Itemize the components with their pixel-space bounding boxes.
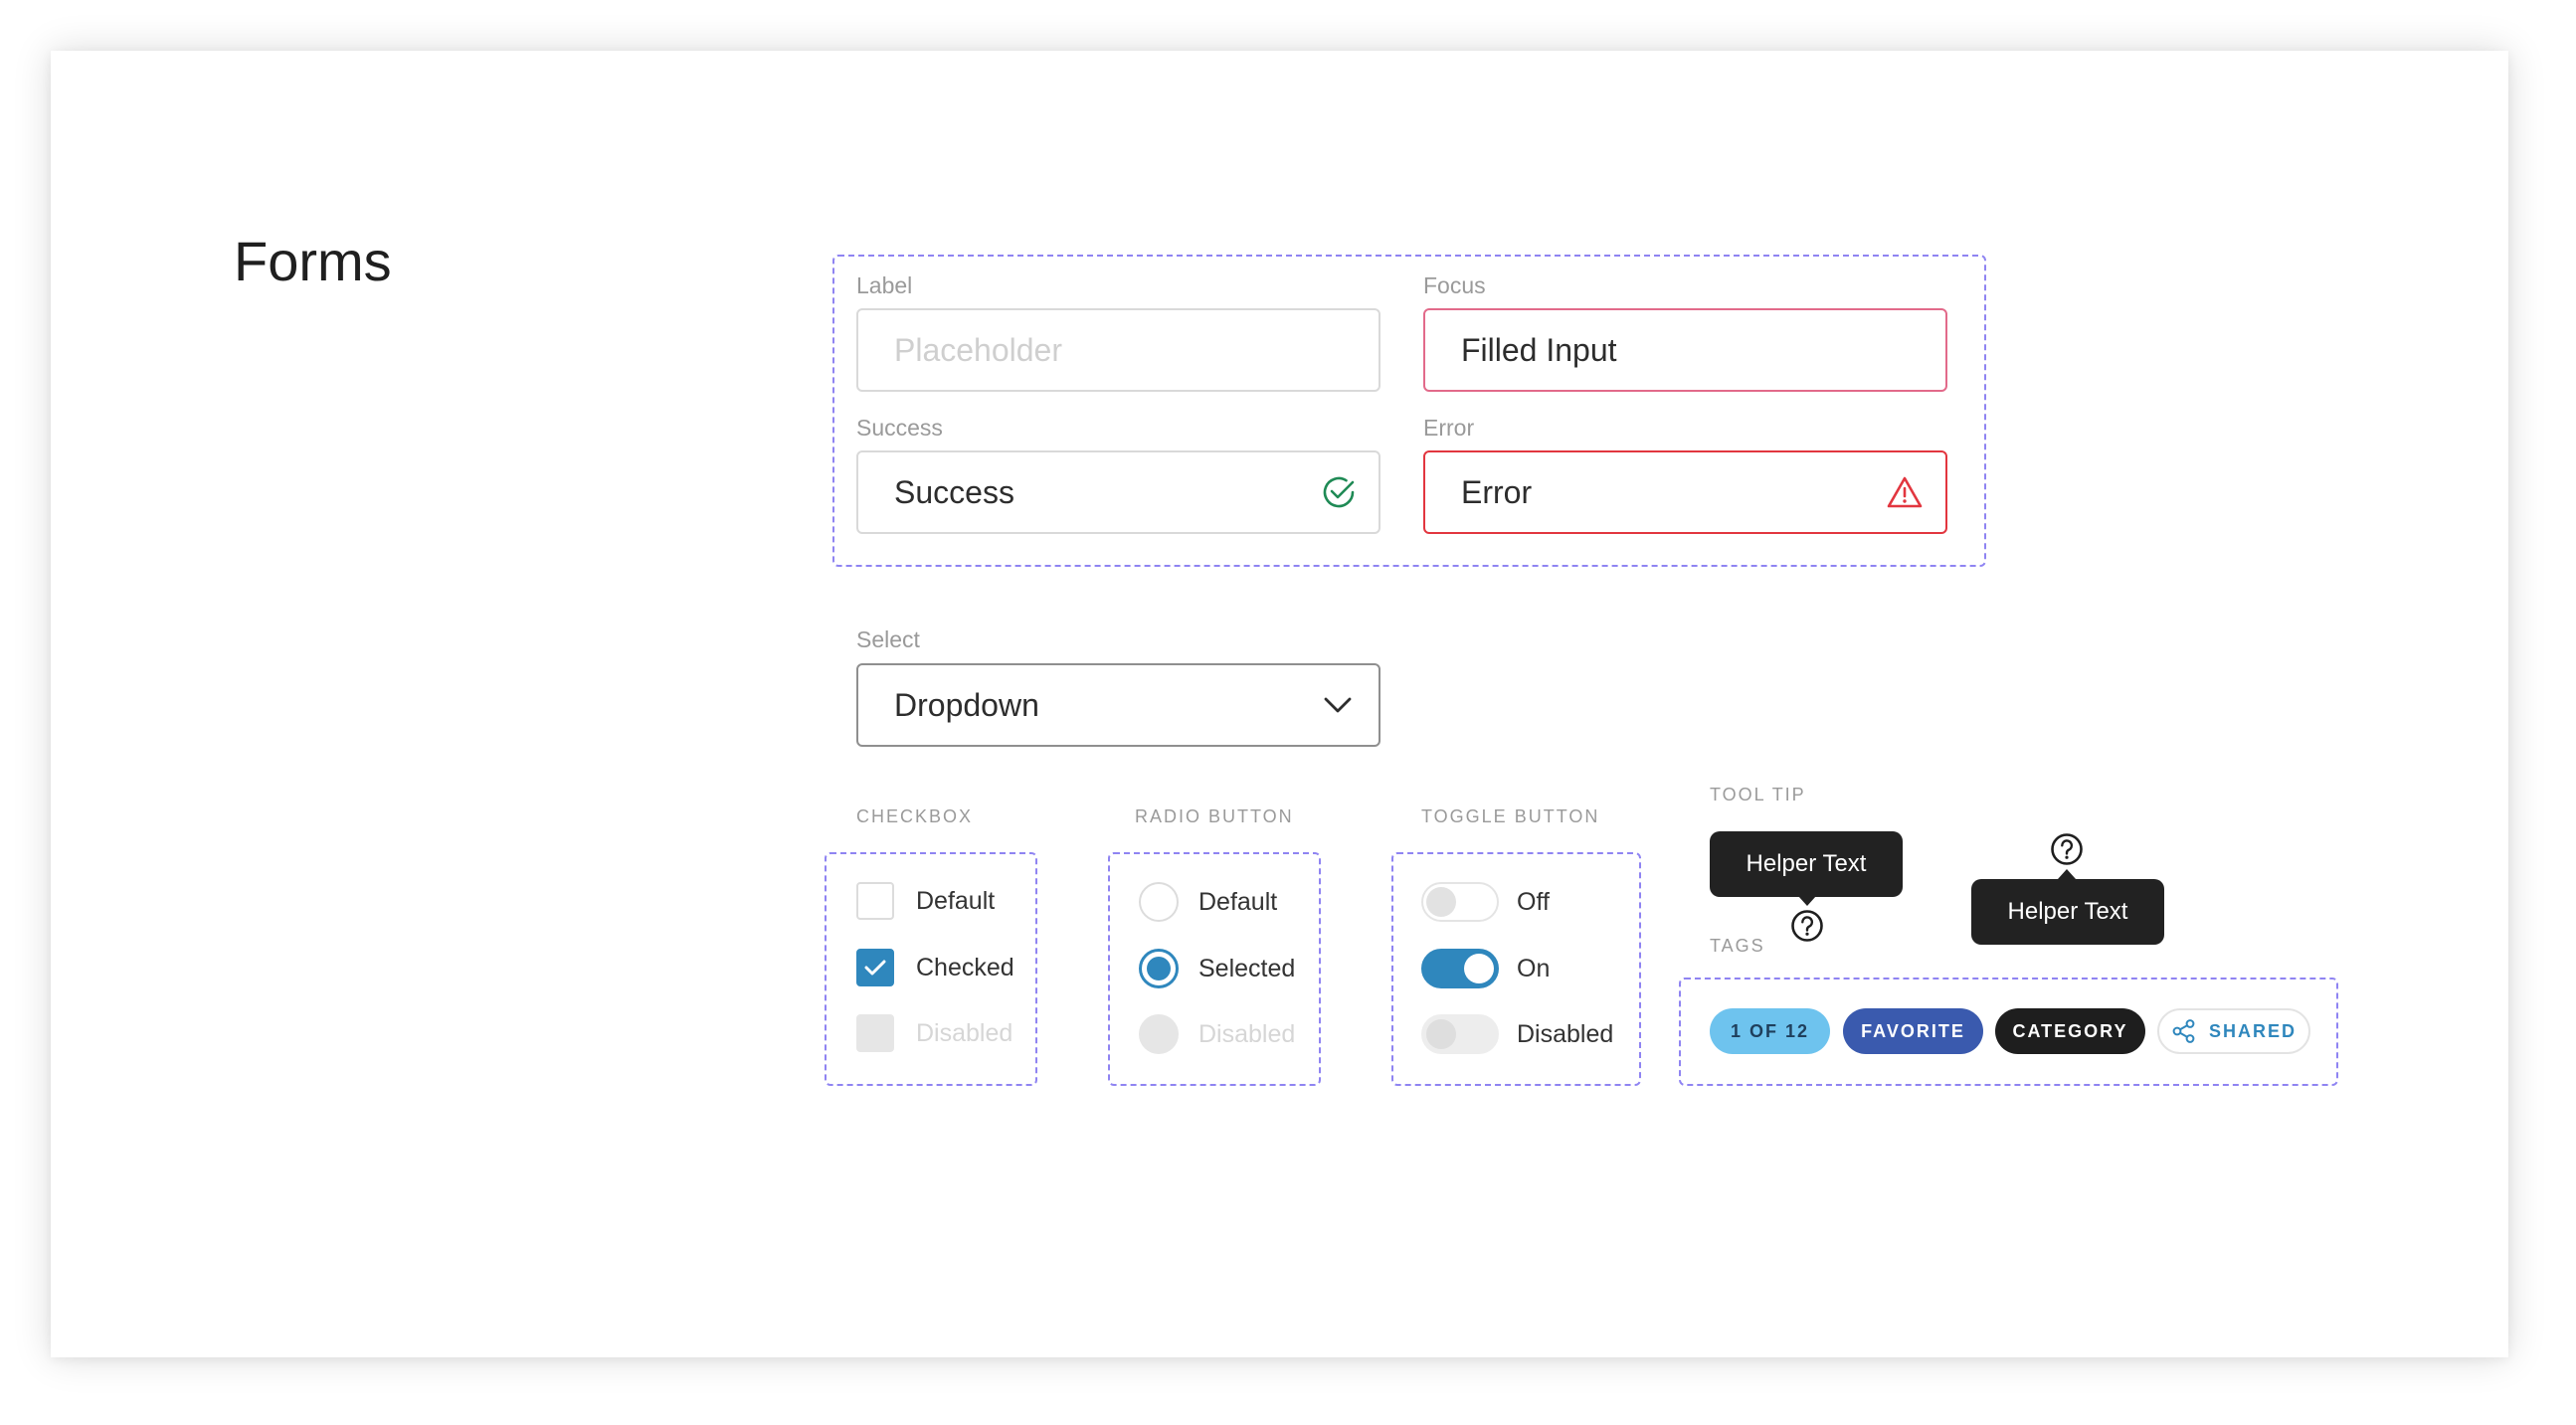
warning-triangle-icon <box>1886 475 1924 509</box>
checkbox-label: Default <box>916 886 996 915</box>
page-title: Forms <box>234 230 392 292</box>
help-icon[interactable] <box>2050 832 2084 871</box>
tag-count[interactable]: 1 OF 12 <box>1710 1008 1830 1054</box>
toggle-label: Off <box>1517 887 1550 916</box>
error-field-label: Error <box>1423 415 1475 441</box>
error-input[interactable]: Error <box>1423 450 1947 534</box>
checkbox-disabled: Disabled <box>856 1014 1012 1052</box>
toggle-switch[interactable] <box>1421 949 1499 988</box>
tag-shared[interactable]: SHARED <box>2157 1008 2310 1054</box>
tooltip-bottom: Helper Text <box>1971 879 2164 945</box>
checkbox-default[interactable]: Default <box>856 882 995 920</box>
tag-label: SHARED <box>2208 1020 2297 1041</box>
tooltip-caret <box>1798 896 1816 906</box>
placeholder-text: Placeholder <box>894 331 1062 368</box>
success-input[interactable]: Success <box>856 450 1380 534</box>
toggle-heading: TOGGLE BUTTON <box>1421 806 1600 826</box>
checkbox-box <box>856 1014 894 1052</box>
dropdown-value: Dropdown <box>894 686 1039 723</box>
checkbox-box[interactable] <box>856 882 894 920</box>
focus-field-label: Focus <box>1423 272 1486 298</box>
chevron-down-icon <box>1323 696 1353 714</box>
tag-label: FAVORITE <box>1861 1020 1965 1041</box>
radio-label: Disabled <box>1198 1019 1296 1048</box>
focus-input-value: Filled Input <box>1461 331 1617 368</box>
select-field-label: Select <box>856 626 920 652</box>
dropdown-select[interactable]: Dropdown <box>856 663 1380 747</box>
radio-circle <box>1139 1014 1179 1054</box>
tooltip-top: Helper Text <box>1710 831 1903 897</box>
checkbox-checked[interactable]: Checked <box>856 949 1014 986</box>
tooltip-text: Helper Text <box>2007 898 2128 925</box>
tags-heading: TAGS <box>1710 936 1765 956</box>
radio-circle[interactable] <box>1139 882 1179 922</box>
toggle-label: Disabled <box>1517 1019 1614 1048</box>
error-input-value: Error <box>1461 473 1533 510</box>
checkbox-label: Disabled <box>916 1018 1013 1047</box>
label-input[interactable]: Placeholder <box>856 308 1380 392</box>
tooltip-caret <box>2058 869 2076 879</box>
toggle-on[interactable]: On <box>1421 949 1550 988</box>
toggle-switch[interactable] <box>1421 882 1499 922</box>
share-icon <box>2171 1018 2197 1044</box>
radio-selected[interactable]: Selected <box>1139 949 1295 988</box>
toggle-label: On <box>1517 954 1551 982</box>
tooltip-heading: TOOL TIP <box>1710 785 1806 804</box>
radio-disabled: Disabled <box>1139 1014 1295 1054</box>
radio-default[interactable]: Default <box>1139 882 1277 922</box>
tooltip-text: Helper Text <box>1746 850 1867 877</box>
tag-favorite[interactable]: FAVORITE <box>1843 1008 1983 1054</box>
label-field-label: Label <box>856 272 913 298</box>
checkbox-box[interactable] <box>856 949 894 986</box>
success-field-label: Success <box>856 415 943 441</box>
tag-label: 1 OF 12 <box>1730 1020 1810 1041</box>
tag-category[interactable]: CATEGORY <box>1995 1008 2145 1054</box>
radio-label: Default <box>1198 887 1278 916</box>
radio-circle[interactable] <box>1139 949 1179 988</box>
checkbox-heading: CHECKBOX <box>856 806 974 826</box>
tag-label: CATEGORY <box>2012 1020 2128 1041</box>
toggle-off[interactable]: Off <box>1421 882 1550 922</box>
help-icon[interactable] <box>1790 909 1824 948</box>
toggle-disabled: Disabled <box>1421 1014 1613 1054</box>
success-input-value: Success <box>894 473 1014 510</box>
checkmark-icon <box>864 960 886 976</box>
toggle-switch <box>1421 1014 1499 1054</box>
radio-label: Selected <box>1198 954 1296 982</box>
checkbox-label: Checked <box>916 953 1014 981</box>
radio-heading: RADIO BUTTON <box>1135 806 1294 826</box>
focus-input[interactable]: Filled Input <box>1423 308 1947 392</box>
check-circle-icon <box>1321 474 1357 510</box>
